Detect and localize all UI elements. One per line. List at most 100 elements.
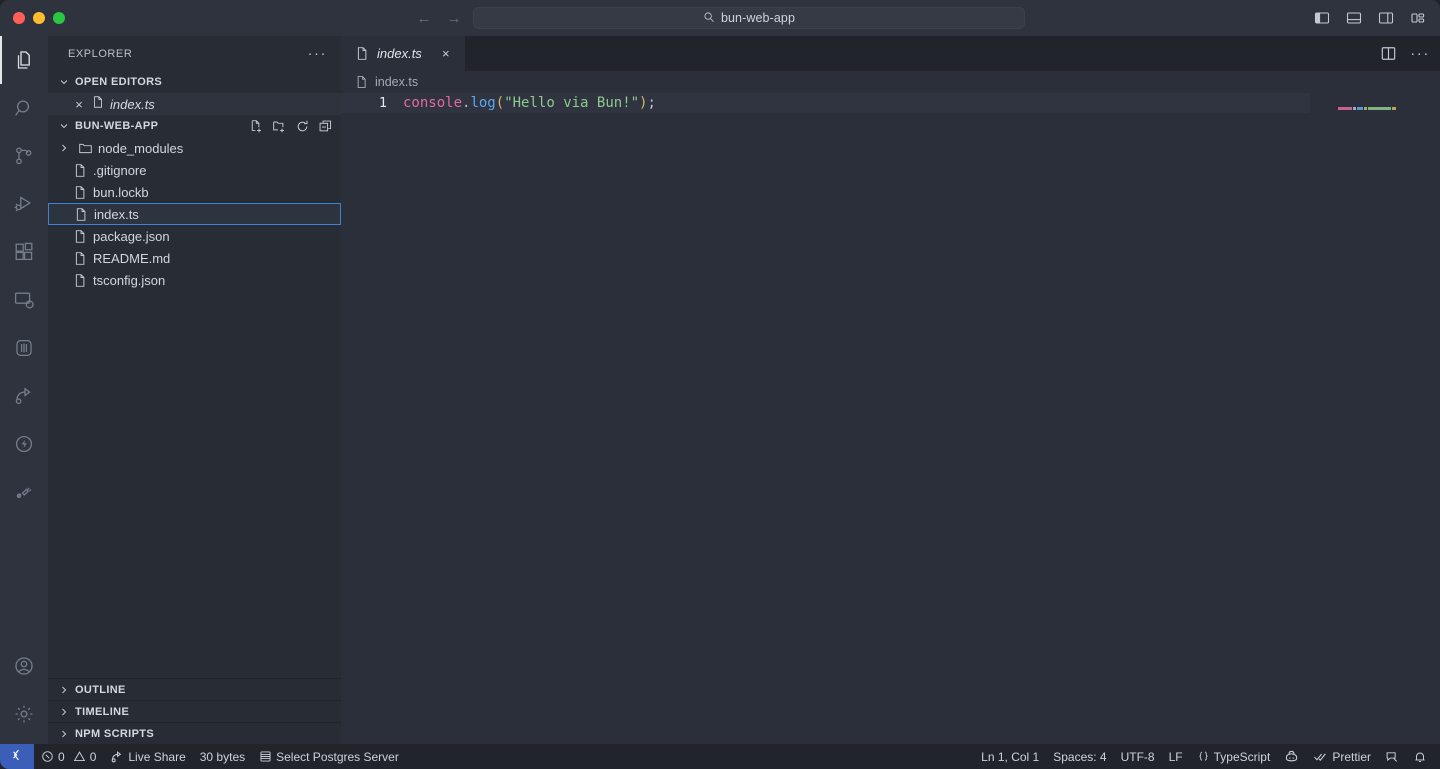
file-icon: [73, 206, 89, 222]
close-tab-icon[interactable]: ×: [437, 46, 455, 61]
minimize-window-button[interactable]: [33, 12, 45, 24]
status-language-mode[interactable]: TypeScript: [1190, 744, 1278, 769]
sidebar-more-actions-button[interactable]: ···: [308, 49, 334, 59]
status-copilot[interactable]: [1277, 744, 1306, 769]
activity-item-sql-tools[interactable]: [0, 468, 48, 516]
status-encoding[interactable]: UTF-8: [1114, 744, 1162, 769]
status-file-size[interactable]: 30 bytes: [193, 744, 252, 769]
source-control-icon: [12, 144, 36, 168]
section-header-outline[interactable]: OUTLINE: [48, 678, 341, 700]
activity-item-settings[interactable]: [0, 690, 48, 738]
status-feedback[interactable]: [1378, 744, 1406, 769]
status-notifications[interactable]: [1406, 744, 1434, 769]
token-open-paren: (: [496, 95, 504, 111]
search-icon: [703, 11, 715, 26]
section-label: TIMELINE: [75, 706, 129, 718]
minimap[interactable]: [1326, 93, 1426, 744]
status-problems[interactable]: 0 0: [34, 744, 103, 769]
remote-icon: [10, 748, 24, 765]
file-icon: [72, 250, 88, 266]
toggle-secondary-sidebar-icon[interactable]: [1375, 7, 1397, 29]
activity-item-thunder-client[interactable]: [0, 420, 48, 468]
tree-item-label: README.md: [93, 251, 170, 266]
editor-tab-index-ts[interactable]: index.ts ×: [341, 36, 465, 71]
section-header-npm-scripts[interactable]: NPM SCRIPTS: [48, 722, 341, 744]
toggle-panel-icon[interactable]: [1343, 7, 1365, 29]
activity-item-accounts[interactable]: [0, 642, 48, 690]
tree-item-label: .gitignore: [93, 163, 146, 178]
code-editor[interactable]: 1 console.log("Hello via Bun!");: [341, 93, 1440, 744]
maximize-window-button[interactable]: [53, 12, 65, 24]
breadcrumb-item-index-ts[interactable]: index.ts: [375, 75, 418, 89]
tree-row-bun-lockb[interactable]: bun.lockb: [48, 181, 341, 203]
activity-item-source-control[interactable]: [0, 132, 48, 180]
collapse-all-icon[interactable]: [317, 118, 333, 134]
file-icon: [72, 184, 88, 200]
remote-host-indicator[interactable]: [0, 744, 34, 769]
activity-item-run-and-debug[interactable]: [0, 180, 48, 228]
open-editor-item-index-ts[interactable]: × index.ts: [48, 93, 341, 115]
window-controls: [0, 12, 65, 24]
chevron-right-icon: [56, 682, 72, 698]
postgres-label: Select Postgres Server: [276, 750, 399, 764]
tree-row-index-ts[interactable]: index.ts: [48, 203, 341, 225]
refresh-icon[interactable]: [294, 118, 310, 134]
file-icon: [91, 95, 105, 114]
more-editor-actions-icon[interactable]: ···: [1410, 50, 1430, 58]
editor-group: index.ts × ···: [341, 36, 1440, 744]
status-indentation[interactable]: Spaces: 4: [1046, 744, 1113, 769]
go-back-icon[interactable]: ←: [416, 10, 432, 26]
tab-label: index.ts: [377, 46, 422, 61]
encoding-label: UTF-8: [1121, 750, 1155, 764]
tree-row-tsconfig-json[interactable]: tsconfig.json: [48, 269, 341, 291]
activity-item-live-share[interactable]: [0, 372, 48, 420]
code-content[interactable]: console.log("Hello via Bun!");: [403, 95, 656, 111]
activity-item-extensions[interactable]: [0, 228, 48, 276]
database-icon: [12, 336, 36, 360]
status-bar-left: 0 0 Live Share: [0, 744, 406, 769]
account-icon: [12, 654, 36, 678]
open-editor-label: index.ts: [110, 97, 155, 112]
activity-item-search[interactable]: [0, 84, 48, 132]
section-header-bun-web-app[interactable]: BUN-WEB-APP: [48, 115, 341, 137]
section-header-timeline[interactable]: TIMELINE: [48, 700, 341, 722]
editor-scrollbar[interactable]: [1412, 93, 1426, 744]
breadcrumb[interactable]: index.ts: [341, 71, 1440, 93]
code-line-1[interactable]: 1 console.log("Hello via Bun!");: [341, 93, 1310, 113]
prettier-label: Prettier: [1332, 750, 1371, 764]
activity-item-explorer[interactable]: [0, 36, 48, 84]
close-window-button[interactable]: [13, 12, 25, 24]
activity-item-database[interactable]: [0, 324, 48, 372]
tree-row-node_modules[interactable]: node_modules: [48, 137, 341, 159]
status-cursor-position[interactable]: Ln 1, Col 1: [974, 744, 1046, 769]
new-folder-icon[interactable]: [271, 118, 287, 134]
toggle-primary-sidebar-icon[interactable]: [1311, 7, 1333, 29]
tree-item-label: index.ts: [94, 207, 139, 222]
editor-tab-bar: index.ts × ···: [341, 36, 1440, 71]
plug-icon: [12, 480, 36, 504]
new-file-icon[interactable]: [248, 118, 264, 134]
status-live-share[interactable]: Live Share: [103, 744, 192, 769]
close-icon[interactable]: ×: [72, 98, 86, 111]
split-editor-icon[interactable]: [1378, 44, 1398, 64]
token-log: log: [470, 95, 495, 111]
sidebar-title-bar: EXPLORER ···: [48, 36, 341, 71]
workbench-body: EXPLORER ··· OPEN EDITORS × index.ts: [0, 36, 1440, 744]
section-header-open-editors[interactable]: OPEN EDITORS: [48, 71, 341, 93]
line-number: 1: [341, 95, 403, 111]
tree-row-gitignore[interactable]: .gitignore: [48, 159, 341, 181]
status-postgres-server[interactable]: Select Postgres Server: [252, 744, 406, 769]
activity-item-remote-explorer[interactable]: [0, 276, 48, 324]
tree-item-label: bun.lockb: [93, 185, 149, 200]
status-prettier[interactable]: Prettier: [1306, 744, 1378, 769]
folder-icon: [77, 140, 93, 156]
go-forward-icon[interactable]: →: [446, 10, 462, 26]
customize-layout-icon[interactable]: [1407, 7, 1429, 29]
tree-row-readme-md[interactable]: README.md: [48, 247, 341, 269]
quick-input-search-box[interactable]: bun-web-app: [473, 7, 1025, 29]
tree-row-package-json[interactable]: package.json: [48, 225, 341, 247]
status-eol[interactable]: LF: [1162, 744, 1190, 769]
check-icon: [1313, 749, 1328, 764]
sidebar-bottom-sections: OUTLINE TIMELINE NPM SCRIPTS: [48, 678, 341, 744]
remote-explorer-icon: [12, 288, 36, 312]
